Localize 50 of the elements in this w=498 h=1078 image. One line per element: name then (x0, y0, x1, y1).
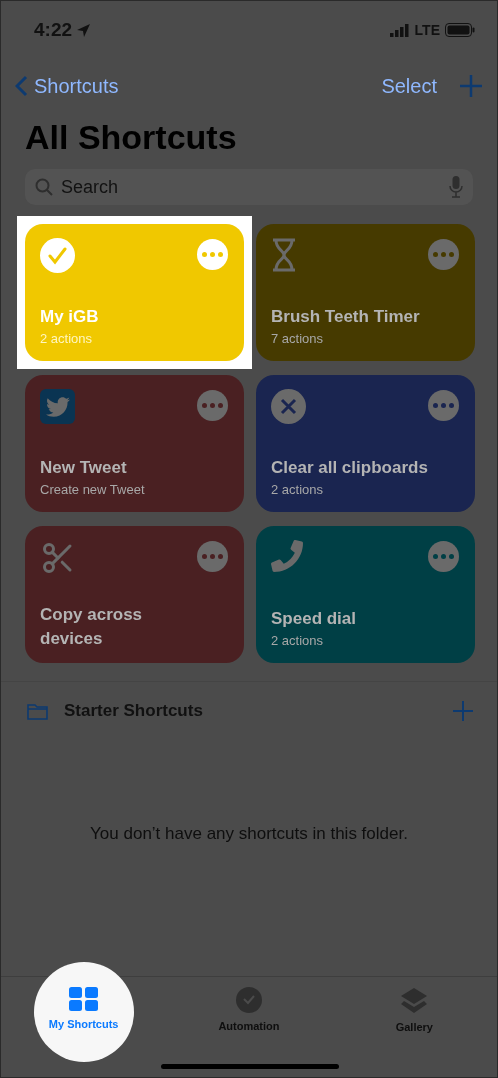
shortcut-title: Copy across devices (40, 604, 144, 650)
signal-icon (389, 23, 410, 37)
more-button[interactable] (197, 239, 228, 270)
back-button[interactable]: Shortcuts (15, 74, 119, 98)
checkmark-icon (40, 238, 75, 273)
search-field[interactable]: Search (25, 169, 473, 205)
more-button[interactable] (428, 239, 459, 270)
layers-icon (400, 987, 429, 1015)
add-button[interactable] (453, 701, 473, 721)
folder-name: Starter Shortcuts (64, 701, 203, 721)
shortcut-card[interactable]: Copy across devices (25, 526, 244, 663)
shortcut-card[interactable]: New Tweet Create new Tweet (25, 375, 244, 512)
battery-icon (445, 23, 475, 37)
empty-folder-message: You don’t have any shortcuts in this folder. (89, 824, 409, 844)
shortcut-title: My iGB (40, 306, 100, 328)
tab[interactable]: Gallery (364, 962, 465, 1062)
shortcut-subtitle: 7 actions (271, 330, 325, 348)
shortcut-title: Brush Teeth Timer (271, 306, 421, 328)
tab[interactable]: My Shortcuts (33, 962, 134, 1062)
search-input[interactable]: Search (59, 175, 443, 199)
hourglass-icon (271, 238, 297, 272)
shortcut-card[interactable]: Speed dial 2 actions (256, 526, 475, 663)
more-button[interactable] (428, 390, 459, 421)
phone-icon (271, 540, 303, 572)
grid-icon (68, 987, 99, 1012)
shortcut-title: Speed dial (271, 608, 358, 630)
shortcut-subtitle: 2 actions (271, 481, 325, 499)
microphone-icon (449, 176, 463, 198)
shortcut-card[interactable]: Clear all clipboards 2 actions (256, 375, 475, 512)
tab[interactable]: Automation (199, 962, 299, 1062)
x-circle-icon (271, 389, 306, 424)
shortcut-card[interactable]: Brush Teeth Timer 7 actions (256, 224, 475, 361)
more-button[interactable] (197, 541, 228, 572)
search-icon (35, 178, 53, 196)
page-title: All Shortcuts (25, 117, 238, 158)
shortcut-title: Clear all clipboards (271, 457, 429, 479)
add-button[interactable] (459, 74, 483, 98)
select-button[interactable]: Select (381, 74, 459, 98)
back-chevron-icon (15, 75, 28, 97)
location-arrow-icon (77, 23, 91, 37)
network-type: LTE (414, 22, 440, 38)
shortcut-subtitle: 2 actions (40, 330, 94, 348)
shortcut-title: New Tweet (40, 457, 128, 479)
shortcut-subtitle: 2 actions (271, 632, 325, 650)
status-time: 4:22 (34, 19, 73, 41)
more-button[interactable] (197, 390, 228, 421)
more-button[interactable] (428, 541, 459, 572)
folder-icon (27, 702, 48, 720)
shortcut-subtitle: Create new Tweet (40, 481, 146, 499)
bird-icon (40, 389, 75, 424)
